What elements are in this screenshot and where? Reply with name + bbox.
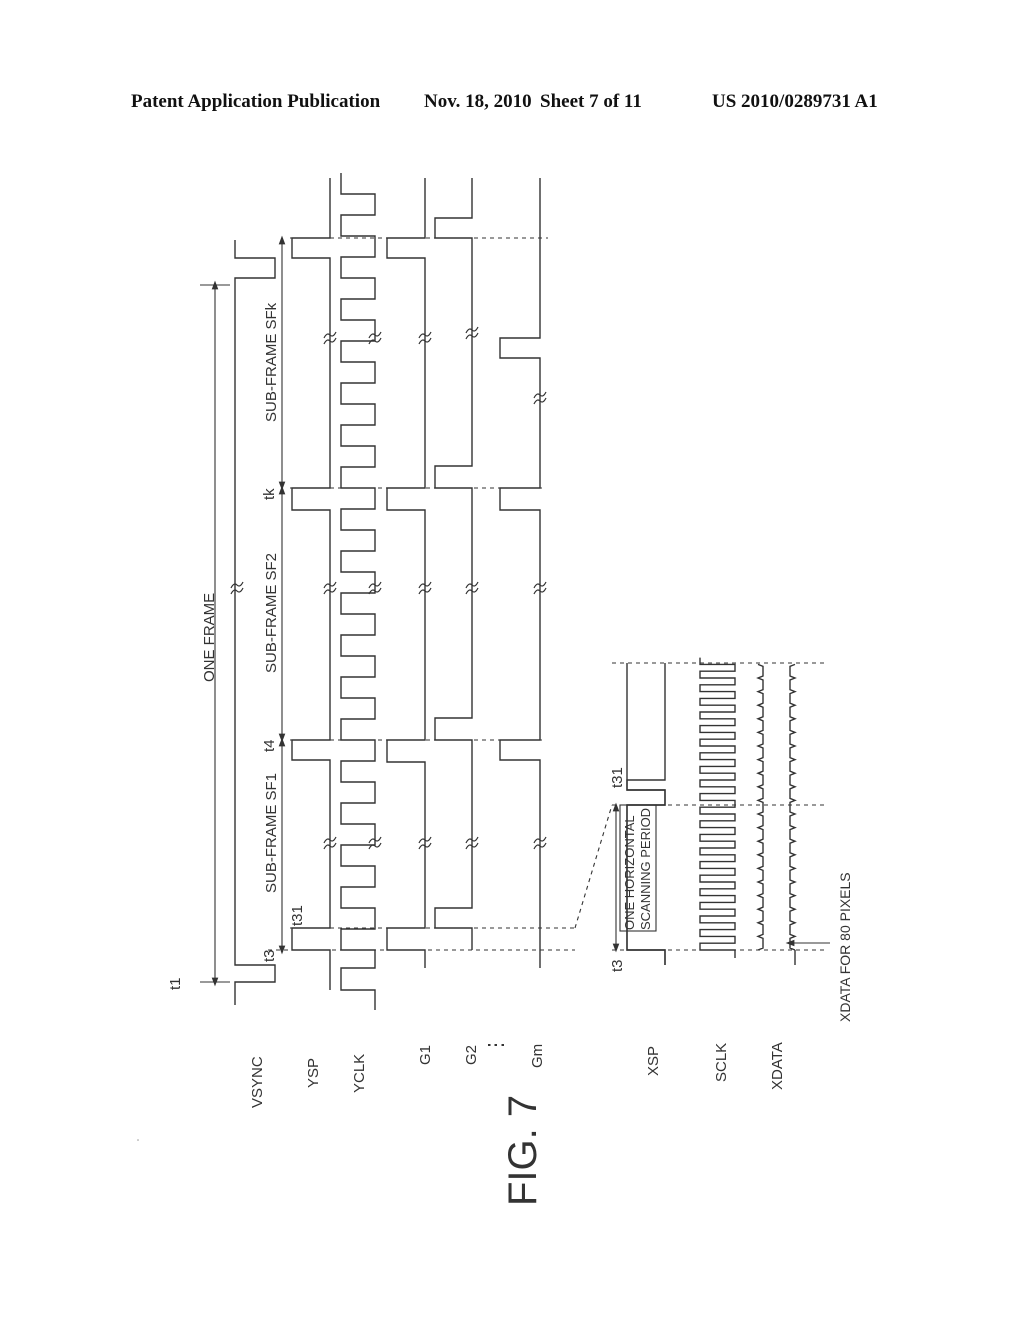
signal-label-xsp: XSP <box>645 1046 662 1076</box>
signal-label-g1: G1 <box>417 1045 434 1065</box>
time-marker-t1: t1 <box>167 977 184 990</box>
scan-speck <box>137 1139 139 1141</box>
figure-label: FIG. 7 <box>501 1095 545 1206</box>
signal-label-gm: Gm <box>529 1044 546 1068</box>
signal-label-ysp: YSP <box>305 1058 322 1088</box>
waveform-ysp <box>291 178 331 990</box>
period-horizontal-line2: SCANNING PERIOD <box>638 808 653 930</box>
signal-ellipsis: ⋮ <box>485 1035 507 1055</box>
period-sub-frame-sf1: SUB-FRAME SF1 <box>263 773 280 893</box>
xdata-note: XDATA FOR 80 PIXELS <box>837 872 853 1022</box>
waveform-xdata-upper <box>789 663 797 951</box>
time-marker-tk: tk <box>261 488 278 500</box>
period-one-frame: ONE FRAME <box>201 593 218 682</box>
time-marker-t31: t31 <box>289 905 306 926</box>
timing-diagram: VSYNC YSP YCLK G1 G2 ⋮ Gm XSP SCLK XDATA… <box>137 173 853 1206</box>
period-sub-frame-sfk: SUB-FRAME SFk <box>263 302 280 422</box>
signal-label-sclk: SCLK <box>713 1043 730 1082</box>
signal-label-xdata: XDATA <box>769 1042 786 1090</box>
break-mark-0 <box>230 581 244 595</box>
time-marker-t4: t4 <box>261 739 278 752</box>
dash-zoom-connector <box>574 804 613 929</box>
waveform-sclk <box>699 657 736 958</box>
period-horizontal-line1: ONE HORIZONTAL <box>622 815 637 930</box>
time-marker-t3: t3 <box>261 949 278 962</box>
waveform-xdata-lower <box>756 663 764 951</box>
signal-label-vsync: VSYNC <box>249 1056 266 1108</box>
detail-time-marker-t31: t31 <box>609 767 626 788</box>
waveform-g1 <box>386 178 426 968</box>
signal-label-g2: G2 <box>463 1045 480 1065</box>
period-sub-frame-sf2: SUB-FRAME SF2 <box>263 553 280 673</box>
signal-label-yclk: YCLK <box>351 1054 368 1093</box>
waveform-g2 <box>434 178 473 950</box>
waveform-gm <box>499 178 541 968</box>
detail-time-marker-t3: t3 <box>609 959 626 972</box>
